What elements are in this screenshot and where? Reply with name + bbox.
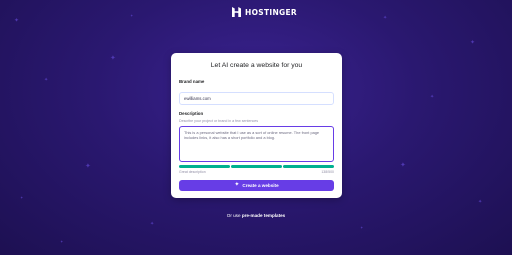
brand-logo[interactable]: HOSTINGER <box>232 7 297 17</box>
strength-segment <box>231 165 282 168</box>
create-website-button[interactable]: ✦ Create a website <box>179 179 334 191</box>
description-hint: Describe your project or brand in a few … <box>179 119 259 123</box>
logo-text: HOSTINGER <box>245 7 297 17</box>
sparkle-icon: ✦ <box>400 161 406 169</box>
sparkle-icon: ✦ <box>44 77 49 83</box>
sparkle-icon: ✦ <box>478 199 483 205</box>
sparkle-icon: ✦ <box>234 181 240 188</box>
description-strength-meter <box>179 165 335 168</box>
sparkle-icon: ✦ <box>383 15 388 21</box>
sparkle-icon: ✦ <box>360 225 364 230</box>
sparkle-icon: ✦ <box>130 13 134 18</box>
premade-templates-link[interactable]: pre-made templates <box>242 213 285 218</box>
description-quality: Great description <box>179 169 206 174</box>
strength-segment <box>283 165 335 168</box>
card-title: Let AI create a website for you <box>210 62 303 69</box>
description-meta: Great description 138/500 <box>179 170 334 174</box>
sparkle-icon: ✦ <box>20 195 24 200</box>
hostinger-logo-icon <box>232 7 241 17</box>
sparkle-icon: ✦ <box>60 239 64 244</box>
create-website-label: Create a website <box>242 182 279 188</box>
sparkle-icon: ✦ <box>110 54 116 62</box>
templates-prefix: Or use <box>226 213 241 218</box>
strength-segment <box>179 165 230 168</box>
description-textarea[interactable]: This is a personal website that I use as… <box>179 126 334 162</box>
brand-name-input[interactable] <box>179 92 334 105</box>
character-count: 138/500 <box>321 169 334 174</box>
sparkle-icon: ✦ <box>470 39 476 46</box>
templates-prompt: Or use pre-made templates <box>0 213 512 218</box>
sparkle-icon: ✦ <box>85 162 91 170</box>
brand-name-label: Brand name <box>179 79 205 84</box>
sparkle-icon: ✦ <box>150 221 155 227</box>
ai-builder-card: Let AI create a website for you Brand na… <box>171 53 342 198</box>
sparkle-icon: ✦ <box>430 94 435 100</box>
description-label: Description <box>179 111 204 116</box>
sparkle-icon: ✦ <box>14 17 20 24</box>
